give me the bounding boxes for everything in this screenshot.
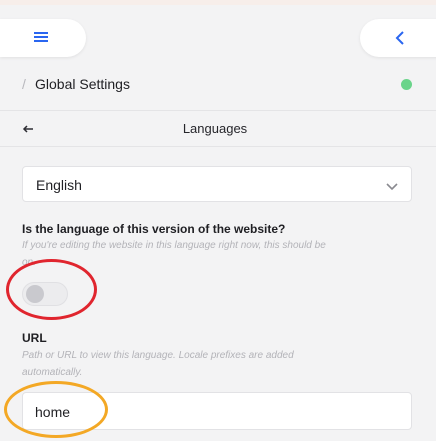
url-input-value: home <box>35 404 71 420</box>
default-language-description-overflow: on. <box>22 257 36 268</box>
back-button[interactable] <box>360 19 436 57</box>
url-description-overflow: automatically. <box>22 367 83 378</box>
menu-button[interactable] <box>0 19 86 57</box>
default-language-description: If you're editing the website in this la… <box>22 240 326 251</box>
toggle-knob <box>26 285 44 303</box>
divider <box>0 110 436 111</box>
top-strip <box>0 0 436 5</box>
breadcrumb-separator: / <box>22 76 26 92</box>
breadcrumb[interactable]: Global Settings <box>35 76 130 92</box>
page-title: Languages <box>182 121 248 136</box>
language-select[interactable]: English <box>22 166 412 202</box>
divider <box>0 146 436 147</box>
default-language-toggle[interactable] <box>22 282 68 306</box>
hamburger-menu-icon <box>33 30 49 49</box>
chevron-down-icon <box>385 179 399 197</box>
chevron-left-icon <box>394 30 406 51</box>
status-indicator <box>401 79 412 90</box>
url-label: URL <box>22 331 47 345</box>
url-input[interactable]: home <box>22 392 412 430</box>
url-description: Path or URL to view this language. Local… <box>22 350 294 361</box>
language-select-value: English <box>36 177 82 193</box>
default-language-label: Is the language of this version of the w… <box>22 222 286 236</box>
